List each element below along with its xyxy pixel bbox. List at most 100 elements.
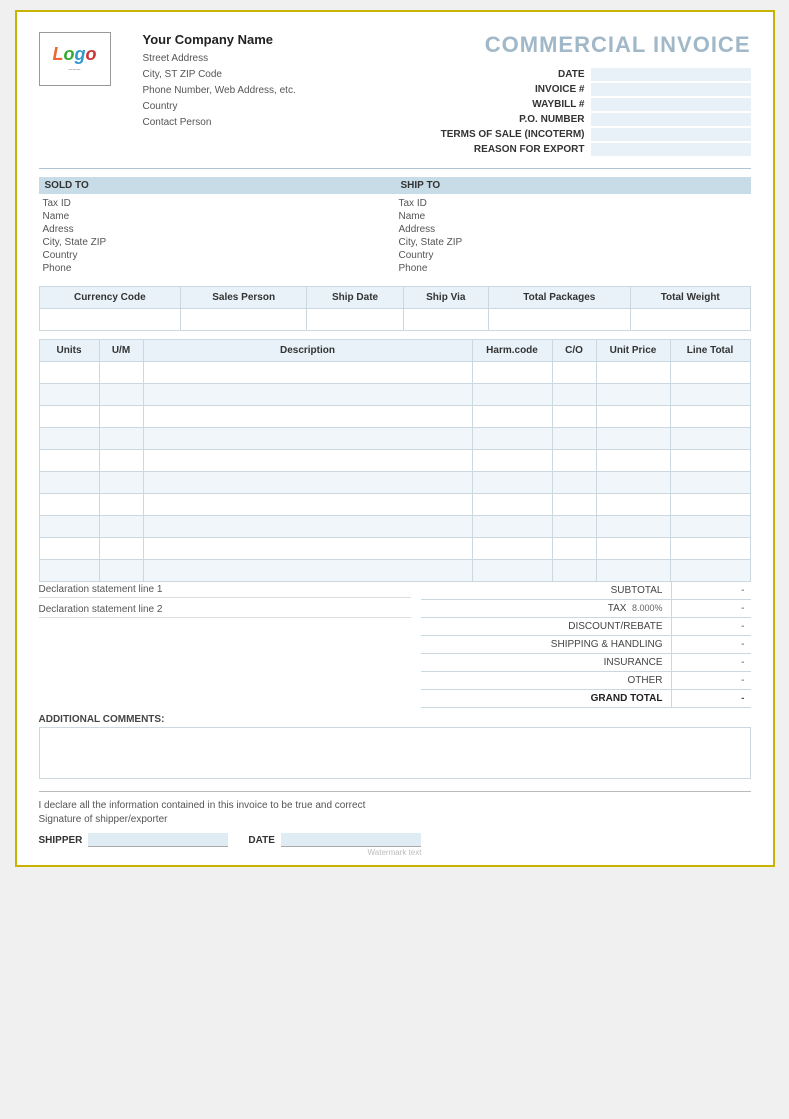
line-item-cell[interactable]	[99, 538, 143, 560]
waybill-value[interactable]	[591, 98, 751, 111]
line-item-cell[interactable]	[472, 406, 552, 428]
line-item-cell[interactable]	[670, 362, 750, 384]
line-item-cell[interactable]	[670, 560, 750, 582]
line-item-cell[interactable]	[552, 472, 596, 494]
line-item-cell[interactable]	[552, 560, 596, 582]
line-item-cell[interactable]	[39, 494, 99, 516]
sold-country-value[interactable]	[123, 250, 391, 261]
line-item-cell[interactable]	[143, 362, 472, 384]
line-item-cell[interactable]	[596, 472, 670, 494]
line-item-cell[interactable]	[670, 406, 750, 428]
sold-address-value[interactable]	[123, 224, 391, 235]
ship-country-value[interactable]	[479, 250, 747, 261]
table-row	[39, 406, 750, 428]
line-item-cell[interactable]	[472, 494, 552, 516]
line-item-cell[interactable]	[670, 450, 750, 472]
line-item-cell[interactable]	[143, 494, 472, 516]
line-item-cell[interactable]	[143, 428, 472, 450]
sold-phone-value[interactable]	[123, 263, 391, 274]
ship-total-weight[interactable]	[630, 309, 750, 331]
reason-value[interactable]	[591, 143, 751, 156]
line-item-cell[interactable]	[143, 406, 472, 428]
line-item-cell[interactable]	[670, 384, 750, 406]
comments-box[interactable]	[39, 727, 751, 779]
line-item-cell[interactable]	[552, 450, 596, 472]
line-item-cell[interactable]	[143, 450, 472, 472]
sold-name-value[interactable]	[123, 211, 391, 222]
line-item-cell[interactable]	[143, 384, 472, 406]
line-item-cell[interactable]	[670, 428, 750, 450]
ship-phone-row: Phone	[395, 263, 751, 274]
ship-phone-value[interactable]	[479, 263, 747, 274]
line-item-cell[interactable]	[596, 428, 670, 450]
date-value[interactable]	[591, 68, 751, 81]
line-item-cell[interactable]	[143, 560, 472, 582]
line-item-cell[interactable]	[39, 560, 99, 582]
line-item-cell[interactable]	[670, 494, 750, 516]
line-item-cell[interactable]	[39, 406, 99, 428]
line-item-cell[interactable]	[472, 450, 552, 472]
line-item-cell[interactable]	[143, 516, 472, 538]
line-item-cell[interactable]	[99, 560, 143, 582]
line-item-cell[interactable]	[99, 472, 143, 494]
line-item-cell[interactable]	[596, 538, 670, 560]
date-signature-line[interactable]	[281, 833, 421, 847]
line-item-cell[interactable]	[99, 428, 143, 450]
line-item-cell[interactable]	[39, 428, 99, 450]
line-item-cell[interactable]	[596, 516, 670, 538]
sold-city-value[interactable]	[123, 237, 391, 248]
line-item-cell[interactable]	[99, 362, 143, 384]
line-item-cell[interactable]	[552, 362, 596, 384]
line-item-cell[interactable]	[39, 516, 99, 538]
line-item-cell[interactable]	[596, 362, 670, 384]
line-item-cell[interactable]	[596, 494, 670, 516]
line-item-cell[interactable]	[99, 516, 143, 538]
ship-via[interactable]	[403, 309, 488, 331]
line-item-cell[interactable]	[596, 406, 670, 428]
line-item-cell[interactable]	[39, 538, 99, 560]
line-item-cell[interactable]	[472, 538, 552, 560]
line-item-cell[interactable]	[99, 450, 143, 472]
decl-line-1: Declaration statement line 1	[39, 582, 411, 598]
line-item-cell[interactable]	[596, 450, 670, 472]
shipper-signature-line[interactable]	[88, 833, 228, 847]
line-item-cell[interactable]	[552, 516, 596, 538]
line-item-cell[interactable]	[596, 384, 670, 406]
line-item-cell[interactable]	[472, 472, 552, 494]
line-item-cell[interactable]	[670, 472, 750, 494]
line-item-cell[interactable]	[670, 516, 750, 538]
line-item-cell[interactable]	[552, 494, 596, 516]
line-item-cell[interactable]	[670, 538, 750, 560]
ship-taxid-value[interactable]	[479, 198, 747, 209]
line-item-cell[interactable]	[472, 560, 552, 582]
line-item-cell[interactable]	[39, 384, 99, 406]
ship-total-packages[interactable]	[488, 309, 630, 331]
ship-sales-person[interactable]	[181, 309, 307, 331]
line-item-cell[interactable]	[472, 384, 552, 406]
invoice-num-value[interactable]	[591, 83, 751, 96]
line-item-cell[interactable]	[143, 472, 472, 494]
line-item-cell[interactable]	[39, 362, 99, 384]
po-value[interactable]	[591, 113, 751, 126]
line-item-cell[interactable]	[39, 472, 99, 494]
line-item-cell[interactable]	[99, 384, 143, 406]
ship-address-value[interactable]	[479, 224, 747, 235]
line-item-cell[interactable]	[472, 516, 552, 538]
line-item-cell[interactable]	[552, 384, 596, 406]
line-item-cell[interactable]	[143, 538, 472, 560]
ship-currency-code[interactable]	[39, 309, 181, 331]
ship-city-value[interactable]	[479, 237, 747, 248]
ship-date[interactable]	[307, 309, 404, 331]
ship-name-value[interactable]	[479, 211, 747, 222]
line-item-cell[interactable]	[39, 450, 99, 472]
line-item-cell[interactable]	[99, 406, 143, 428]
line-item-cell[interactable]	[596, 560, 670, 582]
line-item-cell[interactable]	[99, 494, 143, 516]
line-item-cell[interactable]	[552, 428, 596, 450]
sold-taxid-value[interactable]	[123, 198, 391, 209]
terms-value[interactable]	[591, 128, 751, 141]
line-item-cell[interactable]	[552, 538, 596, 560]
line-item-cell[interactable]	[472, 428, 552, 450]
line-item-cell[interactable]	[472, 362, 552, 384]
line-item-cell[interactable]	[552, 406, 596, 428]
